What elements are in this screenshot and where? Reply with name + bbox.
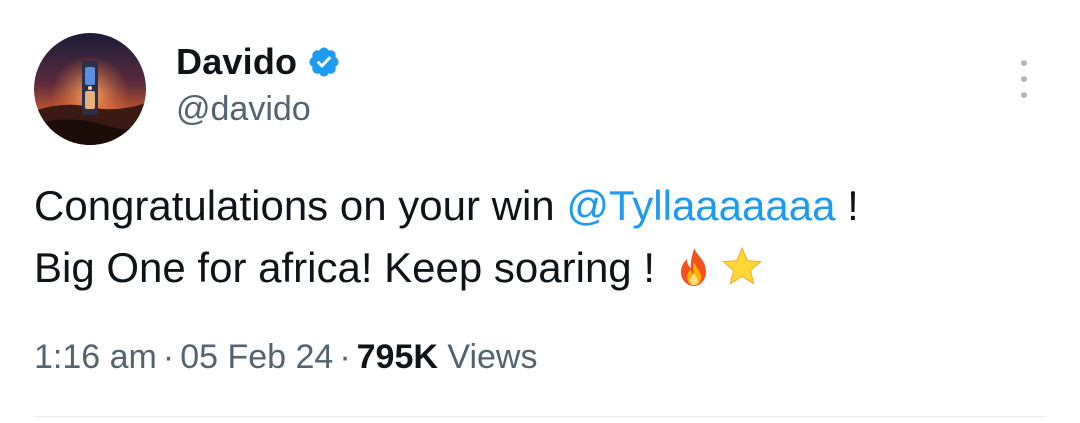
more-dot — [1021, 92, 1027, 98]
fire-emoji — [673, 243, 715, 286]
more-dot — [1021, 60, 1027, 66]
tweet-time[interactable]: 1:16 am — [34, 338, 157, 376]
views-count: 795K — [356, 338, 438, 376]
tweet-text-line1-suffix: ! — [835, 182, 859, 229]
verified-badge-icon — [307, 45, 341, 79]
divider — [34, 416, 1046, 417]
handle[interactable]: @davido — [176, 90, 341, 129]
meta-separator: · — [339, 338, 351, 376]
meta-separator: · — [162, 338, 175, 376]
tweet-text-line1-prefix: Congratulations on your win — [34, 182, 567, 229]
tweet-text: Congratulations on your win @Tyllaaaaaaa… — [34, 175, 1054, 299]
tweet-text-line2: Big One for africa! Keep soaring ! — [34, 244, 667, 291]
tweet-card: Davido @davido Congratulations on your w… — [0, 0, 1080, 423]
views-label: Views — [447, 338, 538, 376]
tweet-meta: 1:16 am · 05 Feb 24 · 795K Views — [34, 338, 537, 377]
mention-link[interactable]: @Tyllaaaaaaa — [566, 182, 835, 229]
display-name[interactable]: Davido — [176, 41, 297, 83]
author-block: Davido @davido — [176, 40, 341, 129]
name-row: Davido — [176, 40, 341, 84]
tweet-date[interactable]: 05 Feb 24 — [180, 338, 333, 376]
avatar[interactable] — [34, 33, 146, 145]
more-dot — [1021, 76, 1027, 82]
more-options-icon[interactable] — [1014, 60, 1034, 98]
star-emoji — [721, 243, 763, 285]
